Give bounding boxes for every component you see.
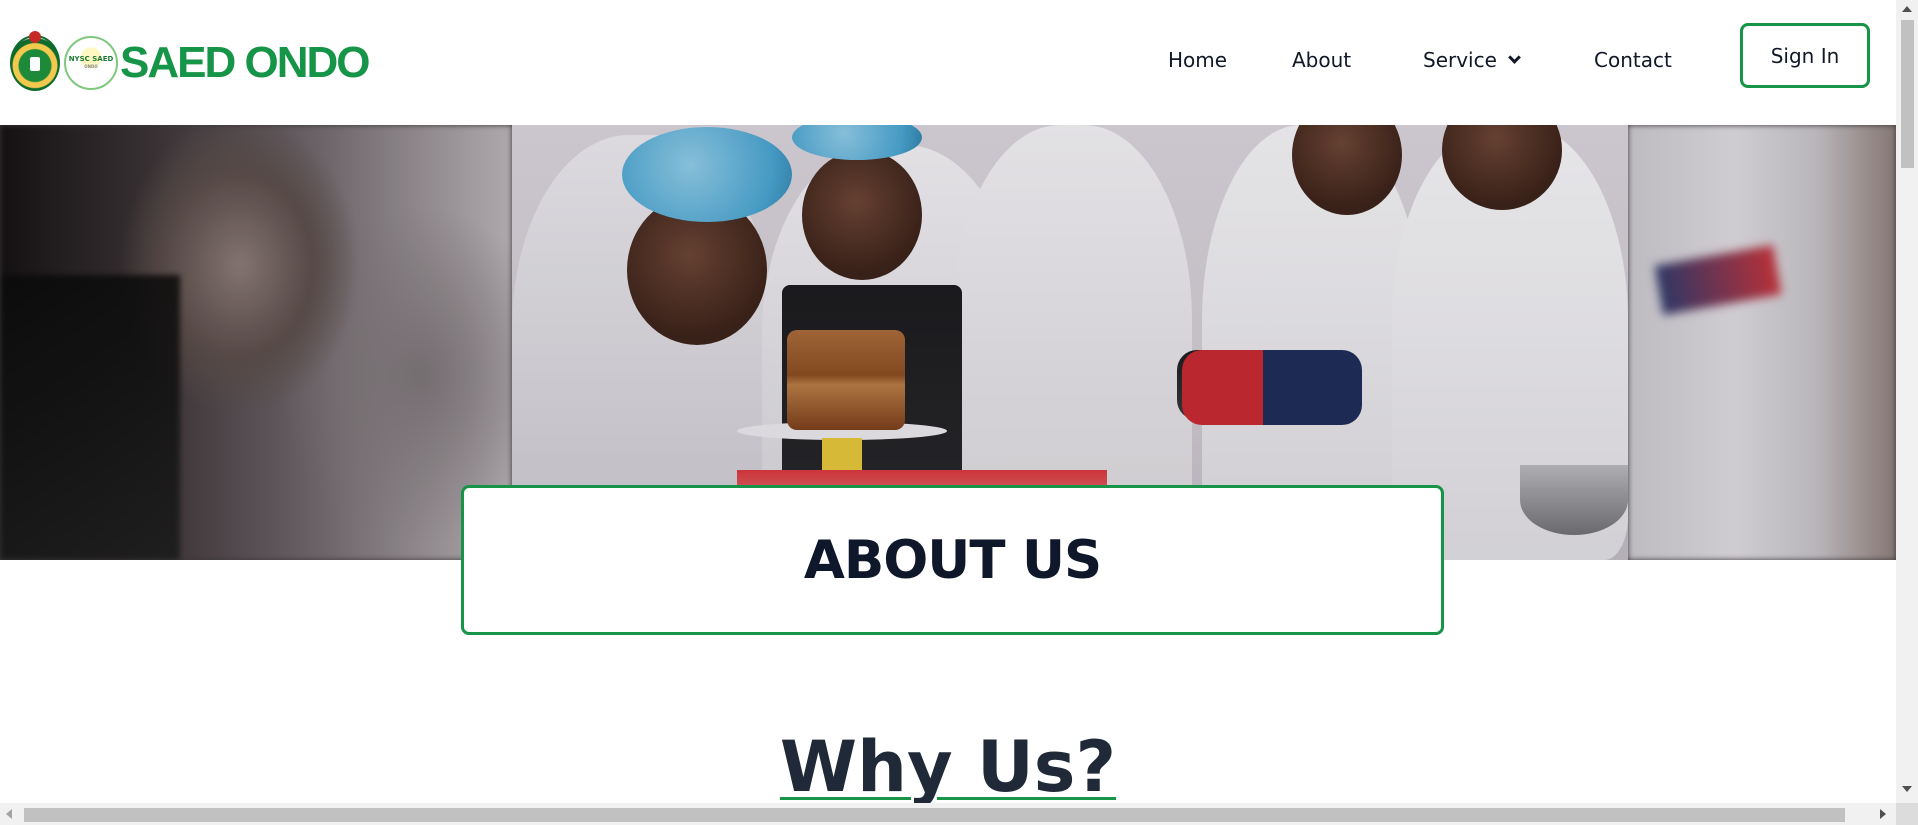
main-nav: Home About Service Contact	[0, 48, 1896, 78]
scrollbar-corner	[1896, 803, 1918, 825]
site-header: NYSC SAED ONDO SAED ONDO Home About Serv…	[0, 0, 1896, 125]
vertical-scrollbar[interactable]	[1896, 0, 1918, 803]
page: NYSC SAED ONDO SAED ONDO Home About Serv…	[0, 0, 1896, 803]
scroll-up-arrow-icon[interactable]	[1902, 6, 1912, 12]
nav-item-home[interactable]: Home	[1168, 48, 1227, 72]
nav-item-service-label: Service	[1423, 48, 1497, 72]
horizontal-scrollbar[interactable]	[0, 803, 1896, 825]
horizontal-scroll-thumb[interactable]	[24, 808, 1845, 822]
vertical-scroll-thumb[interactable]	[1901, 20, 1914, 168]
scroll-left-arrow-icon[interactable]	[6, 809, 12, 819]
nav-item-about[interactable]: About	[1292, 48, 1351, 72]
chevron-down-icon	[1508, 50, 1521, 64]
page-title: ABOUT US	[803, 529, 1102, 591]
about-us-card: ABOUT US	[461, 485, 1444, 635]
why-us-heading: Why Us?	[779, 726, 1117, 803]
sign-in-button[interactable]: Sign In	[1740, 23, 1870, 88]
scroll-right-arrow-icon[interactable]	[1880, 809, 1886, 819]
nav-item-service[interactable]: Service	[1423, 48, 1521, 72]
nav-item-contact[interactable]: Contact	[1594, 48, 1672, 72]
scroll-down-arrow-icon[interactable]	[1902, 786, 1912, 792]
